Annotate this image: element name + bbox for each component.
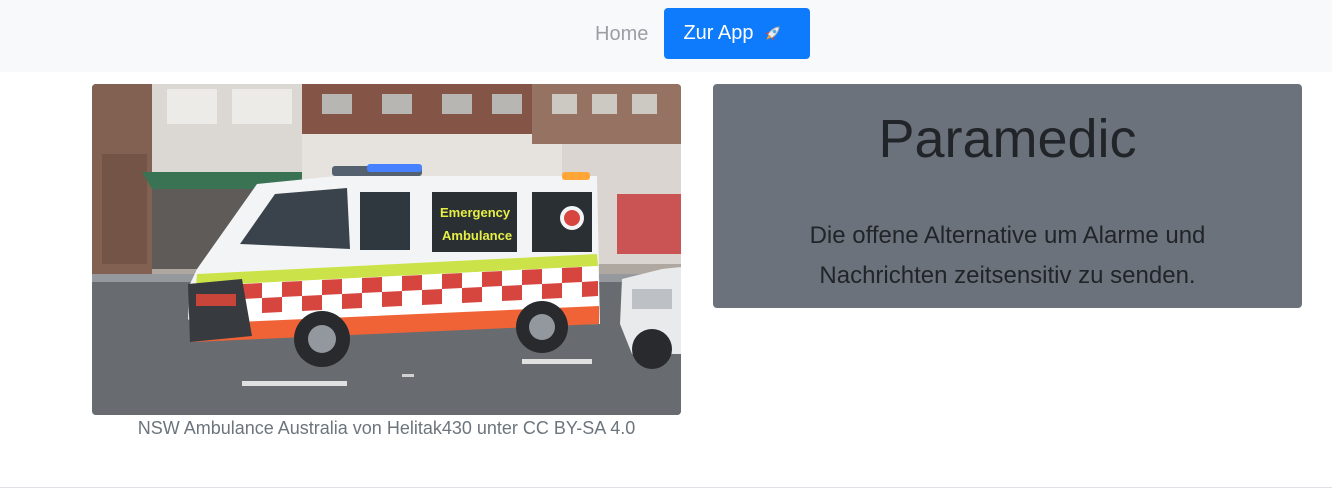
rocket-icon bbox=[761, 23, 783, 45]
nav-home-link[interactable]: Home bbox=[595, 23, 648, 46]
ambulance-photo: Emergency Ambulance bbox=[92, 84, 681, 415]
footer-divider bbox=[0, 487, 1332, 488]
zur-app-label: Zur App bbox=[683, 22, 754, 44]
hero-text: Die offene Alternative um Alarme und Nac… bbox=[809, 222, 1206, 289]
ambulance-illustration: Emergency Ambulance bbox=[92, 84, 681, 415]
zur-app-button[interactable]: Zur App bbox=[664, 8, 810, 59]
top-navbar: Home Zur App bbox=[0, 0, 1332, 72]
hero-panel: Paramedic Die offene Alternative um Alar… bbox=[713, 84, 1302, 308]
photo-caption: NSW Ambulance Australia von Helitak430 u… bbox=[137, 418, 636, 438]
hero-title: Paramedic bbox=[878, 109, 1137, 169]
